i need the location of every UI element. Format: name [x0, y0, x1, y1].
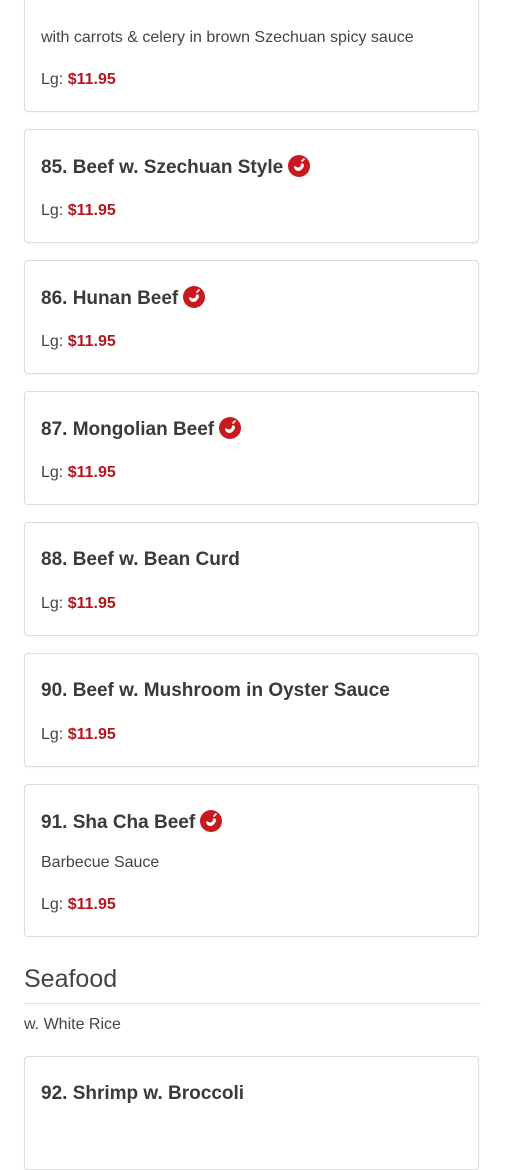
menu-item-card[interactable]: 92. Shrimp w. Broccoli — [24, 1056, 479, 1170]
price-label: Lg: — [41, 595, 64, 612]
price-value: $11.95 — [67, 464, 116, 481]
menu-item-price-row: Lg: $11.95 — [41, 333, 116, 351]
menu-item-card[interactable]: 86. Hunan Beef Lg: $11.95 — [24, 260, 479, 374]
price-label: Lg: — [41, 464, 64, 481]
menu-item-name: 91. Sha Cha Beef — [41, 812, 196, 833]
menu-item-description: Barbecue Sauce — [41, 854, 160, 871]
menu-item-card[interactable]: 87. Mongolian Beef Lg: $11.95 — [24, 391, 479, 505]
menu-item-title: 90. Beef w. Mushroom in Oyster Sauce — [41, 680, 390, 702]
menu-item-title: 91. Sha Cha Beef — [41, 810, 223, 835]
price-value: $11.95 — [67, 333, 116, 350]
menu-item-name: 92. Shrimp w. Broccoli — [41, 1083, 245, 1104]
menu-item-title: 87. Mongolian Beef — [41, 417, 242, 442]
menu-item-price-row: Lg: $11.95 — [41, 595, 116, 613]
price-label: Lg: — [41, 71, 64, 88]
menu-item-price-row: Lg: $11.95 — [41, 71, 116, 89]
menu-item-description: with carrots & celery in brown Szechuan … — [41, 29, 414, 46]
menu-item-price-row: Lg: $11.95 — [41, 896, 116, 914]
menu-item-card[interactable]: 90. Beef w. Mushroom in Oyster Sauce Lg:… — [24, 653, 479, 767]
price-label: Lg: — [41, 726, 64, 743]
menu-item-name: 90. Beef w. Mushroom in Oyster Sauce — [41, 680, 390, 701]
menu-item-card[interactable]: 85. Beef w. Szechuan Style Lg: $11.95 — [24, 129, 479, 243]
menu-item-card[interactable]: with carrots & celery in brown Szechuan … — [24, 0, 479, 112]
chili-pepper-icon — [288, 155, 311, 177]
chili-pepper-icon — [219, 417, 242, 439]
section-title: Seafood — [24, 965, 118, 993]
menu-item-price-row: Lg: $11.95 — [41, 464, 116, 482]
price-label: Lg: — [41, 333, 64, 350]
price-value: $11.95 — [67, 726, 116, 743]
menu-item-card[interactable]: 88. Beef w. Bean Curd Lg: $11.95 — [24, 522, 479, 636]
menu-item-name: 87. Mongolian Beef — [41, 419, 215, 440]
menu-item-title: 85. Beef w. Szechuan Style — [41, 155, 311, 180]
price-value: $11.95 — [67, 896, 116, 913]
menu-item-name: 88. Beef w. Bean Curd — [41, 549, 240, 570]
chili-pepper-icon — [200, 810, 223, 832]
price-label: Lg: — [41, 896, 64, 913]
menu-item-name: 85. Beef w. Szechuan Style — [41, 157, 284, 178]
price-value: $11.95 — [67, 595, 116, 612]
menu-item-name: 86. Hunan Beef — [41, 288, 179, 309]
menu-item-price-row: Lg: $11.95 — [41, 202, 116, 220]
menu-item-price-row: Lg: $11.95 — [41, 726, 116, 744]
price-label: Lg: — [41, 202, 64, 219]
price-value: $11.95 — [67, 202, 116, 219]
menu-item-card[interactable]: 91. Sha Cha Beef Barbecue Sauce Lg: $11.… — [24, 784, 479, 937]
price-value: $11.95 — [67, 71, 116, 88]
menu-item-title: 92. Shrimp w. Broccoli — [41, 1083, 244, 1105]
section-divider — [24, 1003, 481, 1004]
section-note: w. White Rice — [24, 1016, 121, 1033]
menu-item-title: 88. Beef w. Bean Curd — [41, 549, 240, 571]
menu-item-title: 86. Hunan Beef — [41, 286, 206, 311]
chili-pepper-icon — [183, 286, 206, 308]
